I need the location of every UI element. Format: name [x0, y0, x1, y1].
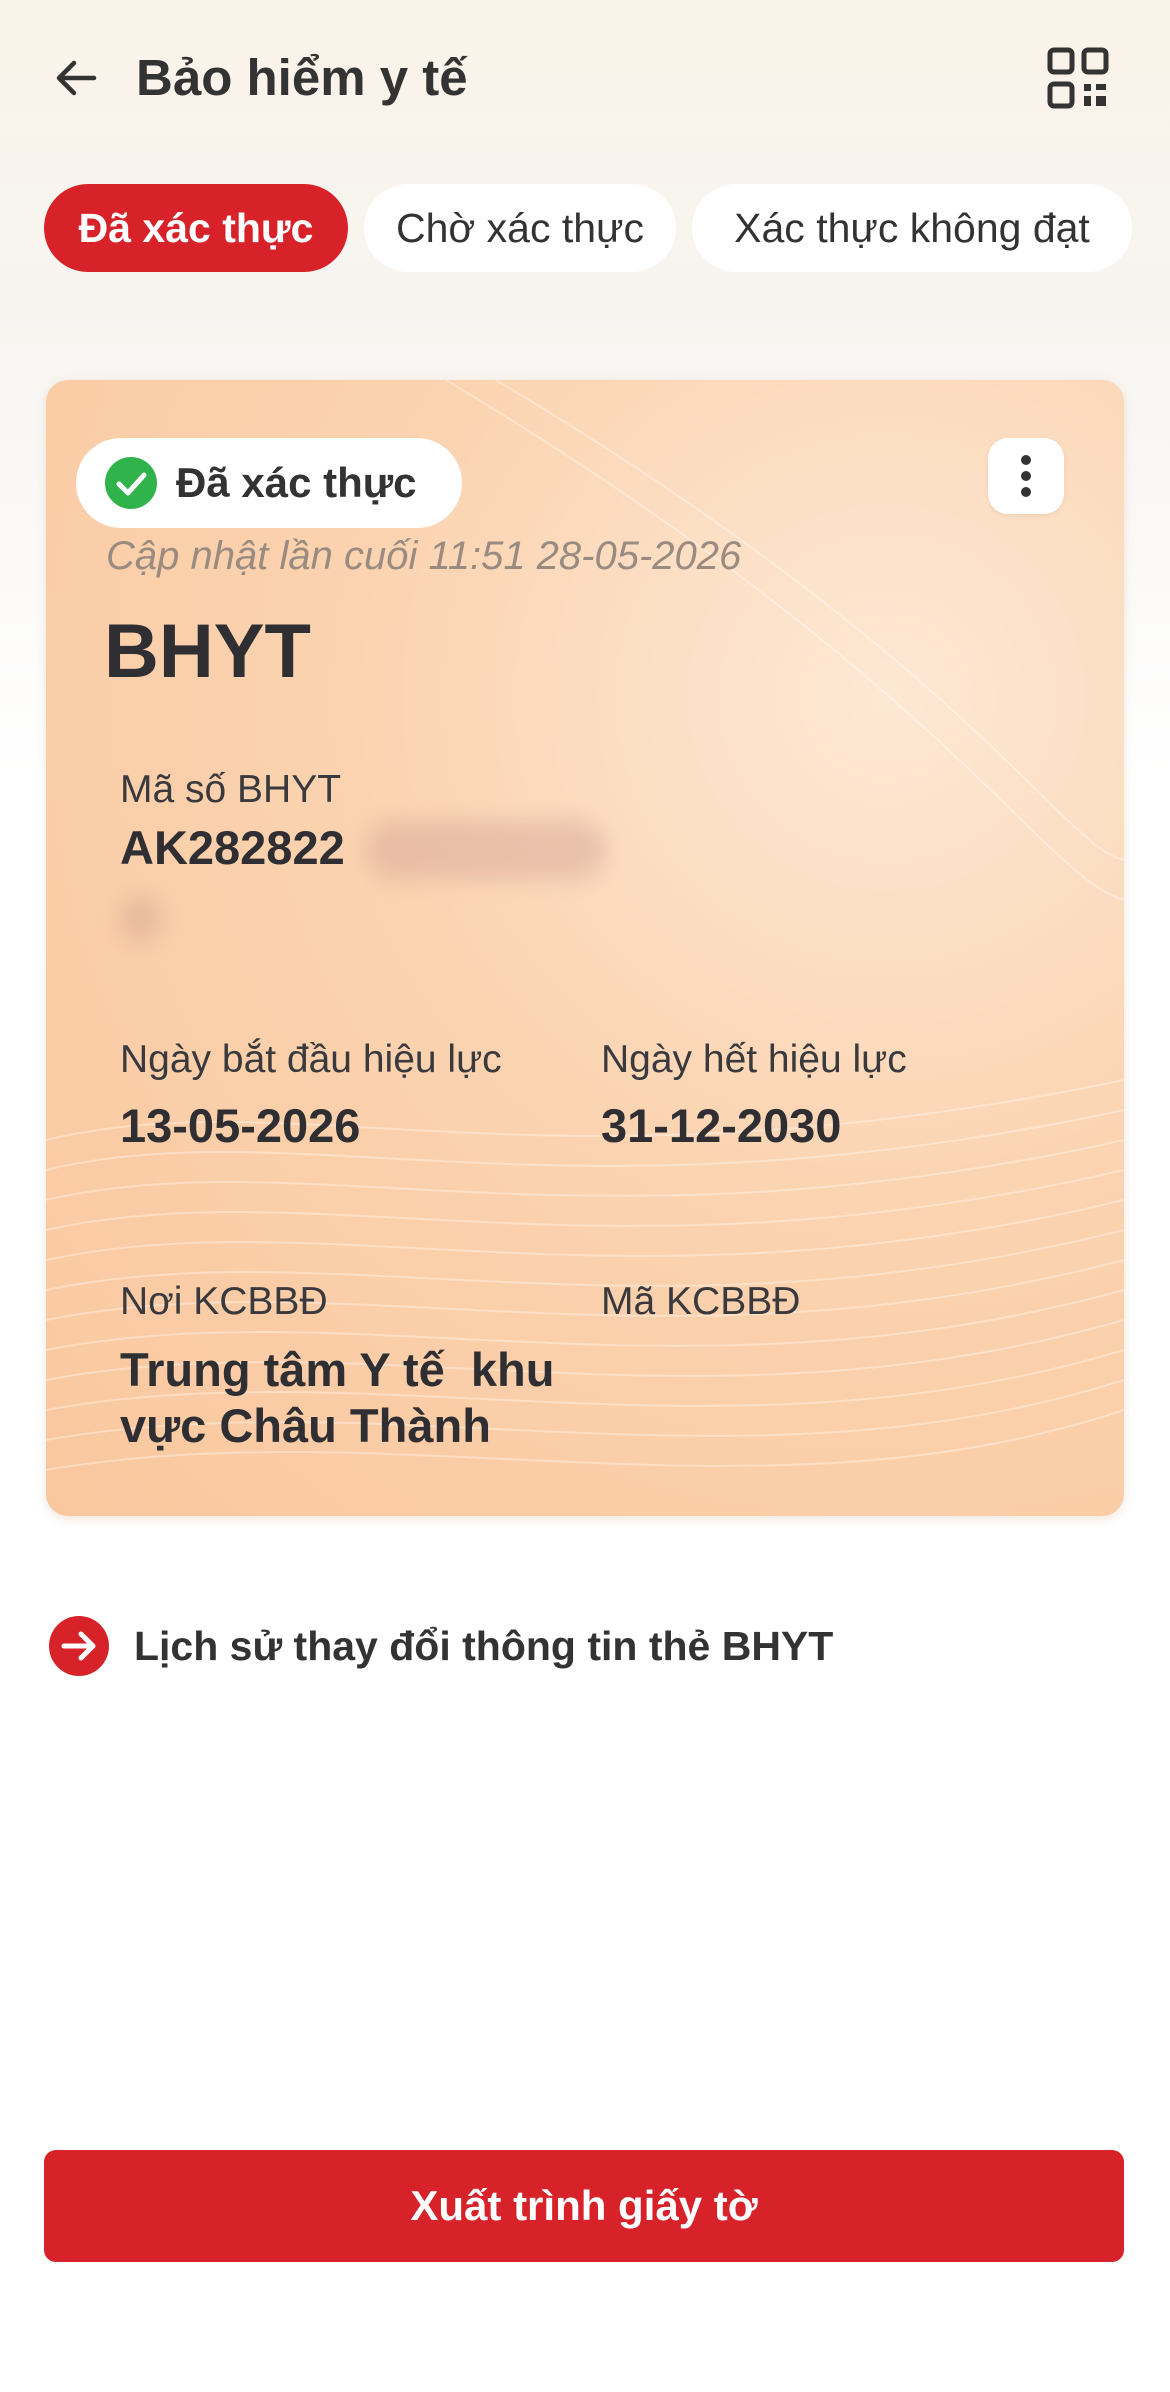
start-date-label: Ngày bắt đầu hiệu lực	[120, 1038, 502, 1081]
arrow-right-circle-icon	[49, 1616, 109, 1676]
insurance-card[interactable]: Đã xác thực Cập nhật lần cuối 11:51 28-0…	[46, 380, 1124, 1516]
back-button[interactable]	[44, 46, 108, 110]
last-updated-text: Cập nhật lần cuối 11:51 28-05-2026	[106, 534, 742, 578]
facility-name-line1: Trung tâm Y tế khu	[120, 1343, 555, 1396]
more-options-button[interactable]	[988, 438, 1064, 514]
redacted-number-blur	[120, 896, 162, 942]
arrow-left-icon	[56, 60, 97, 96]
insurance-number-value: AK282822	[120, 821, 345, 874]
card-type: BHYT	[104, 609, 311, 694]
qr-code-icon	[1047, 47, 1109, 109]
tab-failed[interactable]: Xác thực không đạt	[692, 184, 1132, 272]
tab-verified[interactable]: Đã xác thực	[44, 184, 348, 272]
check-circle-icon	[105, 457, 157, 509]
present-document-button[interactable]: Xuất trình giấy tờ	[44, 2150, 1124, 2262]
start-date-value: 13-05-2026	[120, 1099, 361, 1152]
page-title: Bảo hiểm y tế	[136, 49, 468, 106]
facility-code-label: Mã KCBBĐ	[601, 1280, 801, 1323]
end-date-value: 31-12-2030	[601, 1099, 842, 1152]
tab-pending[interactable]: Chờ xác thực	[364, 184, 676, 272]
facility-label: Nơi KCBBĐ	[120, 1280, 328, 1323]
status-badge-label: Đã xác thực	[176, 459, 417, 506]
history-link[interactable]: Lịch sử thay đổi thông tin thẻ BHYT	[48, 1614, 833, 1678]
end-date-label: Ngày hết hiệu lực	[601, 1038, 907, 1081]
history-link-label: Lịch sử thay đổi thông tin thẻ BHYT	[134, 1622, 834, 1669]
status-badge: Đã xác thực	[76, 438, 462, 528]
insurance-number-label: Mã số BHYT	[120, 768, 342, 811]
redacted-number-blur	[366, 820, 606, 880]
qr-code-button[interactable]	[1044, 44, 1114, 114]
facility-name-line2: vực Châu Thành	[120, 1399, 491, 1452]
more-vertical-icon	[1021, 455, 1031, 497]
